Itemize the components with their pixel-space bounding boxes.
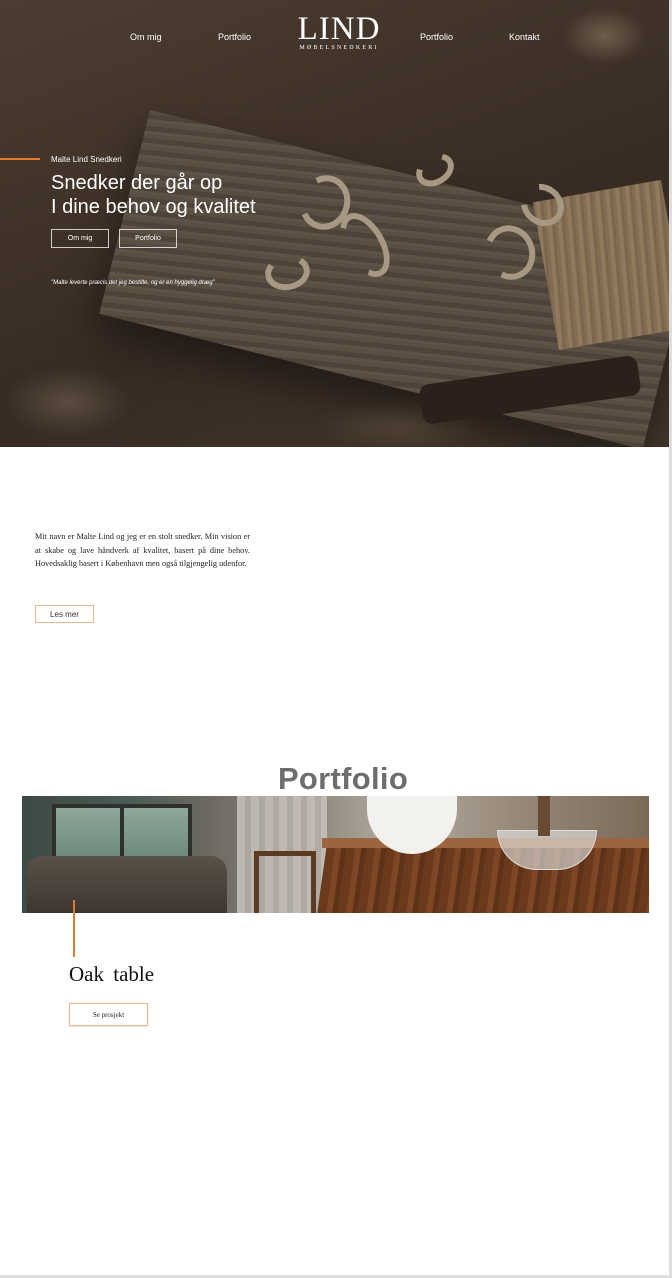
nav-link-portfolio-right[interactable]: Portfolio (420, 32, 453, 42)
nav-link-portfolio[interactable]: Portfolio (218, 32, 251, 42)
logo-subtitle: MØBELSNEDKERI (299, 45, 379, 51)
testimonial-quote: "Malte leverte præcis det jeg bestilte, … (51, 280, 215, 286)
les-mer-button[interactable]: Les mer (35, 605, 94, 623)
om-mig-button[interactable]: Om mig (51, 229, 109, 248)
site-logo[interactable]: LIND MØBELSNEDKERI (296, 11, 382, 52)
nav-link-om-mig[interactable]: Om mig (130, 32, 162, 42)
hero-section: Om mig Portfolio LIND MØBELSNEDKERI Port… (0, 0, 672, 447)
portfolio-heading: Portfolio (277, 761, 409, 796)
image-table-top (322, 838, 649, 848)
logo-wordmark: LIND (297, 11, 381, 47)
image-oak-table (317, 844, 649, 913)
image-sofa (27, 856, 227, 913)
portfolio-item-image[interactable] (22, 796, 649, 913)
se-prosjekt-button[interactable]: Se prosjekt (69, 1003, 148, 1026)
image-plant (538, 796, 550, 836)
portfolio-item-title: Oak table (69, 962, 155, 986)
hero-eyebrow: Malte Lind Snedkeri (51, 155, 122, 164)
portfolio-accent-line (73, 900, 75, 957)
about-text: Mit navn er Malte Lind og jeg er en stol… (35, 532, 250, 569)
top-navigation: Om mig Portfolio LIND MØBELSNEDKERI Port… (0, 0, 672, 70)
nav-link-kontakt[interactable]: Kontakt (509, 32, 540, 42)
hero-headline: Snedker der går op I dine behov og kvali… (51, 171, 256, 219)
hero-headline-line-2: I dine behov og kvalitet (51, 196, 256, 218)
image-chair (254, 851, 316, 913)
hero-accent-line (0, 158, 40, 160)
hero-headline-line-1: Snedker der går op (51, 172, 223, 194)
portfolio-button[interactable]: Portfolio (119, 229, 177, 248)
